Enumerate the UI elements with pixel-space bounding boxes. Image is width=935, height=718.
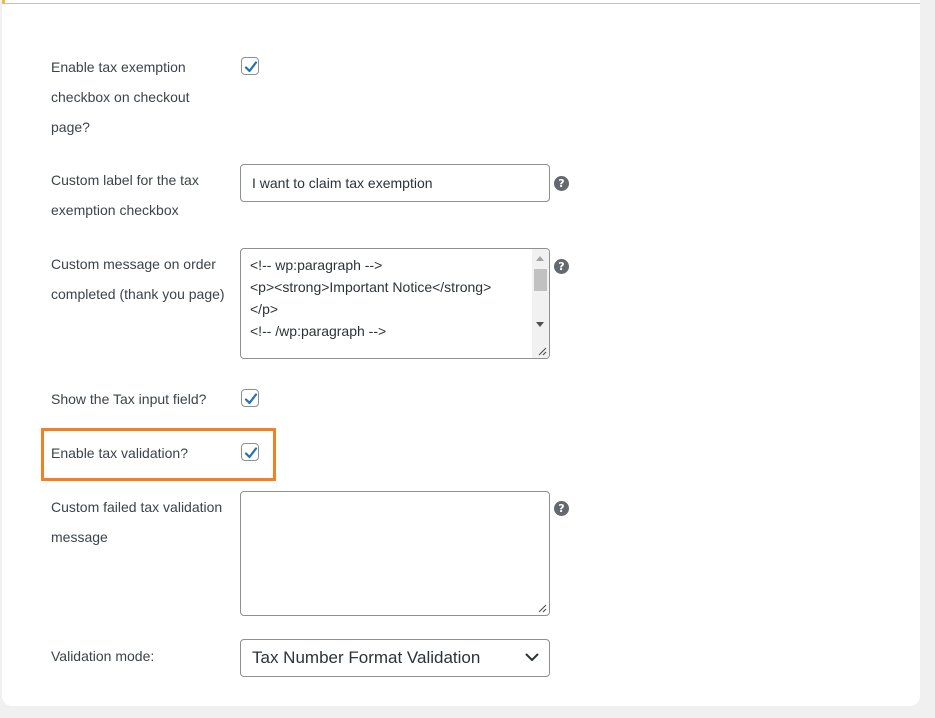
chevron-down-icon [525, 653, 539, 661]
textarea-line: <!-- wp:paragraph --> [250, 257, 383, 273]
show-tax-input-checkbox[interactable] [241, 389, 259, 407]
checkmark-icon [244, 447, 258, 459]
validation-mode-select[interactable]: Tax Number Format Validation [240, 639, 550, 677]
resize-grip-icon[interactable] [537, 603, 547, 613]
enable-tax-validation-label: Enable tax validation? [51, 445, 188, 461]
scroll-thumb[interactable] [534, 269, 547, 291]
scroll-up-arrow-icon[interactable] [536, 256, 544, 261]
enable-tax-validation-checkbox[interactable] [241, 443, 259, 461]
checkmark-icon [244, 393, 258, 405]
failed-validation-message-label: Custom failed tax validation message [51, 499, 223, 545]
custom-message-textarea[interactable]: <!-- wp:paragraph --> <p><strong>Importa… [240, 248, 550, 359]
textarea-scrollbar[interactable] [532, 249, 549, 358]
validation-mode-label: Validation mode: [51, 648, 155, 664]
failed-validation-message-textarea[interactable] [240, 491, 550, 616]
question-circle-icon[interactable]: ? [554, 501, 569, 516]
panel-accent-strip [2, 0, 5, 4]
textarea-line: <p><strong>Important Notice</strong> [250, 279, 492, 295]
tax-exemption-checkbox-label: Enable tax exemption checkbox on checkou… [51, 59, 190, 135]
custom-label-input[interactable]: I want to claim tax exemption [240, 164, 550, 202]
custom-label-label: Custom label for the tax exemption check… [51, 172, 199, 218]
textarea-line: <!-- /wp:paragraph --> [250, 323, 387, 339]
textarea-line: </p> [250, 301, 279, 317]
panel-top-border [2, 0, 920, 4]
question-circle-icon[interactable]: ? [554, 176, 569, 191]
checkmark-icon [244, 61, 258, 73]
tax-exemption-checkbox[interactable] [241, 57, 259, 75]
scroll-down-arrow-icon[interactable] [536, 322, 544, 327]
validation-mode-selected: Tax Number Format Validation [252, 648, 481, 667]
custom-message-content: <!-- wp:paragraph --> <p><strong>Importa… [250, 254, 520, 342]
resize-grip-icon[interactable] [537, 346, 547, 356]
question-circle-icon[interactable]: ? [554, 259, 569, 274]
custom-message-label: Custom message on order completed (thank… [51, 256, 225, 302]
show-tax-input-label: Show the Tax input field? [51, 391, 207, 407]
